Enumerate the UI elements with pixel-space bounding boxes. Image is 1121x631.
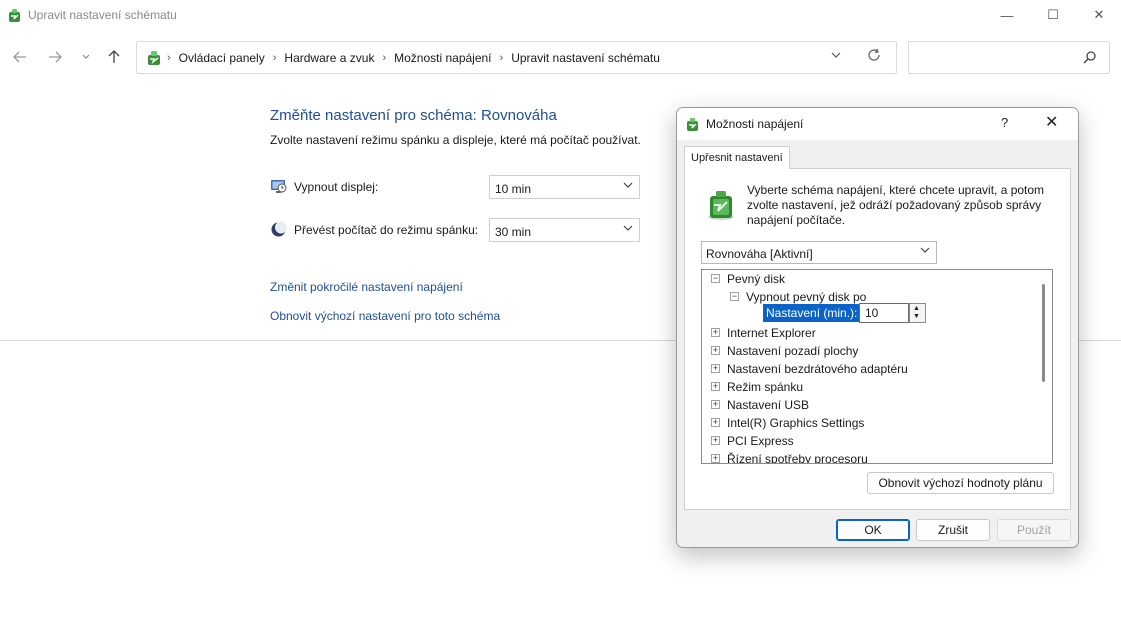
help-button[interactable]: ?	[1001, 115, 1008, 130]
display-off-value: 10 min	[495, 182, 532, 196]
chevron-down-icon	[623, 181, 633, 192]
sleep-label: Převést počítač do režimu spánku:	[294, 223, 479, 237]
collapse-icon[interactable]: −	[711, 274, 720, 283]
expand-icon[interactable]: +	[711, 328, 720, 337]
restore-defaults-link[interactable]: Obnovit výchozí nastavení pro toto schém…	[270, 309, 500, 323]
chevron-right-icon: ›	[167, 52, 171, 64]
tree-node-label: Internet Explorer	[727, 326, 816, 340]
expand-icon[interactable]: +	[711, 346, 720, 355]
chevron-right-icon[interactable]: ›	[382, 52, 386, 64]
search-icon	[1083, 51, 1096, 64]
tree-node-label: Intel(R) Graphics Settings	[727, 416, 865, 430]
search-input[interactable]	[908, 41, 1110, 74]
collapse-icon[interactable]: −	[730, 292, 739, 301]
close-icon: ✕	[1093, 7, 1105, 22]
ok-button[interactable]: OK	[836, 519, 910, 541]
forward-button[interactable]	[44, 46, 66, 68]
maximize-icon: ☐	[1047, 7, 1059, 22]
setting-value-label: Nastavení (min.):	[763, 304, 861, 322]
tree-node-label: Vypnout pevný disk po	[746, 290, 867, 304]
expand-icon[interactable]: +	[711, 436, 720, 445]
breadcrumb-power-options[interactable]: Možnosti napájení	[394, 51, 491, 65]
recent-locations-button[interactable]	[75, 46, 97, 68]
tree-node-label: Řízení spotřeby procesoru	[727, 452, 868, 464]
page-subtitle: Zvolte nastavení režimu spánku a displej…	[270, 133, 641, 147]
back-button[interactable]	[9, 46, 31, 68]
breadcrumb: › Ovládací panely › Hardware a zvuk › Mo…	[167, 51, 660, 65]
maximize-button[interactable]: ☐	[1030, 0, 1076, 30]
moon-icon	[271, 221, 287, 237]
display-off-select[interactable]: 10 min	[489, 175, 640, 199]
arrow-right-icon	[49, 51, 62, 63]
breadcrumb-hardware-sound[interactable]: Hardware a zvuk	[284, 51, 374, 65]
chevron-down-icon	[82, 54, 90, 59]
battery-icon	[708, 191, 734, 220]
close-button[interactable]: ✕	[1076, 0, 1121, 30]
tree-scrollbar[interactable]	[1042, 284, 1045, 382]
up-button[interactable]	[103, 46, 125, 68]
tree-node-label: Režim spánku	[727, 380, 804, 394]
dialog-title: Možnosti napájení	[706, 117, 804, 131]
expand-icon[interactable]: +	[711, 364, 720, 373]
title-bar: Upravit nastavení schématu — ☐ ✕	[0, 0, 1121, 32]
tree-node-label: PCI Express	[727, 434, 794, 448]
tree-node-label: Nastavení pozadí plochy	[727, 344, 859, 358]
sleep-value: 30 min	[495, 225, 532, 239]
power-options-icon	[148, 51, 160, 65]
dialog-title-bar: Možnosti napájení ? ✕	[677, 108, 1078, 140]
tab-advanced-settings[interactable]: Upřesnit nastavení	[684, 146, 790, 169]
power-options-icon	[687, 118, 698, 131]
power-options-icon	[9, 9, 20, 22]
advanced-settings-link[interactable]: Změnit pokročilé nastavení napájení	[270, 280, 463, 294]
display-off-label: Vypnout displej:	[294, 180, 379, 194]
page-title: Změňte nastavení pro schéma: Rovnováha	[270, 107, 557, 124]
navigation-bar: › Ovládací panely › Hardware a zvuk › Mo…	[0, 34, 1121, 80]
chevron-right-icon[interactable]: ›	[273, 52, 277, 64]
plan-select-value: Rovnováha [Aktivní]	[706, 247, 813, 261]
monitor-icon	[271, 180, 287, 193]
address-dropdown-icon[interactable]	[831, 50, 841, 62]
tree-node-label: Nastavení bezdrátového adaptéru	[727, 362, 908, 376]
sleep-select[interactable]: 30 min	[489, 218, 640, 242]
spin-down-icon[interactable]: ▼	[913, 313, 920, 320]
tree-node-label: Pevný disk	[727, 272, 786, 286]
power-options-dialog: Možnosti napájení ? ✕ Upřesnit nastavení…	[676, 107, 1079, 548]
expand-icon[interactable]: +	[711, 400, 720, 409]
value-spinner[interactable]: ▲ ▼	[909, 303, 926, 323]
intro-text: Vyberte schéma napájení, které chcete up…	[747, 183, 1045, 227]
window-title: Upravit nastavení schématu	[28, 8, 177, 22]
breadcrumb-edit-plan[interactable]: Upravit nastavení schématu	[511, 51, 660, 65]
arrow-left-icon	[13, 51, 26, 63]
apply-button[interactable]: Použít	[997, 519, 1071, 541]
chevron-down-icon	[623, 224, 633, 235]
minimize-button[interactable]: —	[984, 0, 1030, 30]
expand-icon[interactable]: +	[711, 382, 720, 391]
restore-plan-defaults-button[interactable]: Obnovit výchozí hodnoty plánu	[867, 472, 1054, 494]
expand-icon[interactable]: +	[711, 454, 720, 463]
expand-icon[interactable]: +	[711, 418, 720, 427]
spin-up-icon[interactable]: ▲	[913, 305, 920, 312]
dialog-close-button[interactable]: ✕	[1045, 112, 1058, 132]
arrow-up-icon	[108, 50, 120, 63]
chevron-down-icon	[920, 246, 930, 257]
settings-tree[interactable]: − Pevný disk − Vypnout pevný disk po Nas…	[701, 269, 1053, 464]
breadcrumb-control-panel[interactable]: Ovládací panely	[179, 51, 265, 65]
plan-select[interactable]: Rovnováha [Aktivní]	[701, 241, 937, 264]
tree-node-label: Nastavení USB	[727, 398, 810, 412]
minimize-icon: —	[1000, 7, 1014, 23]
chevron-right-icon[interactable]: ›	[500, 52, 504, 64]
address-bar[interactable]: › Ovládací panely › Hardware a zvuk › Mo…	[136, 41, 897, 74]
setting-value-input[interactable]: 10	[859, 303, 909, 323]
refresh-icon[interactable]	[867, 48, 881, 66]
cancel-button[interactable]: Zrušit	[916, 519, 990, 541]
